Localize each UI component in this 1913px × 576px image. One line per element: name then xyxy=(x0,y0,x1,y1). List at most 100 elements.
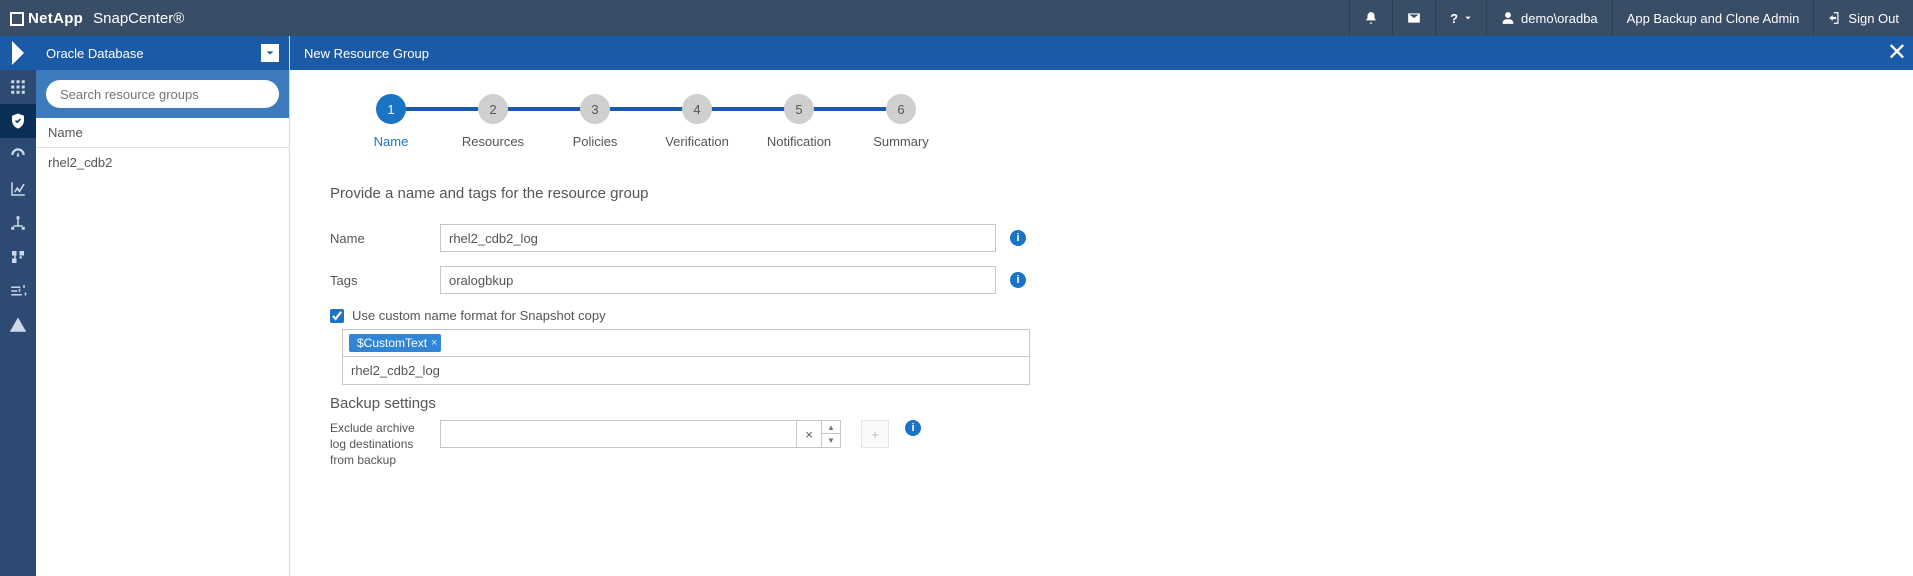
list-header: Name xyxy=(36,118,289,148)
exclude-input[interactable] xyxy=(440,420,796,448)
grid-icon xyxy=(9,78,27,96)
brand-product: SnapCenter® xyxy=(93,10,184,27)
custom-format-row: Use custom name format for Snapshot copy xyxy=(330,308,1873,323)
token-remove-icon[interactable]: × xyxy=(431,337,437,349)
tags-info-icon[interactable]: i xyxy=(1010,272,1026,288)
user-icon xyxy=(1501,11,1515,25)
step-notification[interactable]: 5 Notification xyxy=(748,94,850,149)
token-customtext[interactable]: $CustomText × xyxy=(349,334,441,352)
step-label: Resources xyxy=(462,134,524,149)
step-verification[interactable]: 4 Verification xyxy=(646,94,748,149)
exclude-clear-button[interactable]: × xyxy=(796,420,822,448)
context-label: Oracle Database xyxy=(46,46,144,61)
rail-monitor[interactable] xyxy=(0,138,36,172)
list-item[interactable]: rhel2_cdb2 xyxy=(36,148,289,176)
sliders-icon xyxy=(9,282,27,300)
step-label: Name xyxy=(374,134,409,149)
context-dropdown[interactable] xyxy=(261,44,279,62)
snapshot-format-box: $CustomText × xyxy=(342,329,1030,385)
step-number: 1 xyxy=(376,94,406,124)
wizard-stepper: 1 Name 2 Resources 3 Policies 4 Verifica… xyxy=(340,94,1873,149)
spinner-down[interactable]: ▼ xyxy=(822,434,840,447)
role-label: App Backup and Clone Admin xyxy=(1627,11,1800,26)
top-actions: ? demo\oradba App Backup and Clone Admin… xyxy=(1349,0,1913,36)
wizard-content: 1 Name 2 Resources 3 Policies 4 Verifica… xyxy=(290,70,1913,576)
token-row[interactable]: $CustomText × xyxy=(343,330,1029,357)
user-label: demo\oradba xyxy=(1521,11,1598,26)
step-name[interactable]: 1 Name xyxy=(340,94,442,149)
brand-company: NetApp xyxy=(28,10,83,27)
topology-icon xyxy=(9,214,27,232)
name-row: Name i xyxy=(330,224,1873,252)
wizard-header: New Resource Group ✕ xyxy=(290,36,1913,70)
exclude-info-icon[interactable]: i xyxy=(905,420,921,436)
step-label: Summary xyxy=(873,134,929,149)
user-button[interactable]: demo\oradba xyxy=(1486,0,1612,36)
gauge-icon xyxy=(9,146,27,164)
rail-hosts[interactable] xyxy=(0,206,36,240)
step-number: 2 xyxy=(478,94,508,124)
rail-storage[interactable] xyxy=(0,240,36,274)
step-resources[interactable]: 2 Resources xyxy=(442,94,544,149)
name-label: Name xyxy=(330,231,440,246)
context-bar: Oracle Database xyxy=(36,36,289,70)
rail-settings[interactable] xyxy=(0,274,36,308)
custom-format-checkbox[interactable] xyxy=(330,309,344,323)
caret-down-icon xyxy=(265,48,275,58)
snapshot-format-input[interactable] xyxy=(343,357,1029,384)
step-number: 3 xyxy=(580,94,610,124)
wizard-title: New Resource Group xyxy=(304,46,429,61)
rail-expand[interactable] xyxy=(0,36,36,70)
resource-group-list: rhel2_cdb2 xyxy=(36,148,289,576)
step-summary[interactable]: 6 Summary xyxy=(850,94,952,149)
signout-label: Sign Out xyxy=(1848,11,1899,26)
step-number: 4 xyxy=(682,94,712,124)
bell-icon xyxy=(1364,11,1378,25)
rail-alerts[interactable] xyxy=(0,308,36,342)
brand: NetApp SnapCenter® xyxy=(0,10,184,27)
rail-resources[interactable] xyxy=(0,104,36,138)
tags-row: Tags i xyxy=(330,266,1873,294)
main-column: New Resource Group ✕ 1 Name 2 Resources … xyxy=(290,36,1913,576)
step-label: Policies xyxy=(573,134,618,149)
nav-rail xyxy=(0,36,36,576)
step-number: 5 xyxy=(784,94,814,124)
rail-dashboard[interactable] xyxy=(0,70,36,104)
signout-icon xyxy=(1828,11,1842,25)
mail-icon xyxy=(1407,11,1421,25)
signout-button[interactable]: Sign Out xyxy=(1813,0,1913,36)
custom-format-label: Use custom name format for Snapshot copy xyxy=(352,308,606,323)
tags-label: Tags xyxy=(330,273,440,288)
role-label-wrap[interactable]: App Backup and Clone Admin xyxy=(1612,0,1814,36)
exclude-spinner: ▲ ▼ xyxy=(822,420,841,448)
help-button[interactable]: ? xyxy=(1435,0,1486,36)
step-policies[interactable]: 3 Policies xyxy=(544,94,646,149)
help-label: ? xyxy=(1450,11,1458,26)
top-bar: NetApp SnapCenter® ? demo\oradba App Bac… xyxy=(0,0,1913,36)
step-label: Verification xyxy=(665,134,729,149)
tags-input[interactable] xyxy=(440,266,996,294)
step-number: 6 xyxy=(886,94,916,124)
caret-down-icon xyxy=(1464,14,1472,22)
messages-button[interactable] xyxy=(1392,0,1435,36)
chart-icon xyxy=(9,180,27,198)
exclude-row: Exclude archive log destinations from ba… xyxy=(330,420,1873,469)
close-button[interactable]: ✕ xyxy=(1887,38,1907,67)
rail-reports[interactable] xyxy=(0,172,36,206)
list-item-label: rhel2_cdb2 xyxy=(48,155,112,170)
token-label: $CustomText xyxy=(357,336,427,350)
exclude-combo: × ▲ ▼ xyxy=(440,420,841,448)
netapp-logo-icon xyxy=(10,12,24,26)
step-label: Notification xyxy=(767,134,831,149)
form-heading: Provide a name and tags for the resource… xyxy=(330,185,1873,202)
exclude-add-button[interactable]: + xyxy=(861,420,889,448)
alert-icon xyxy=(9,316,27,334)
name-input[interactable] xyxy=(440,224,996,252)
chevron-right-icon xyxy=(0,35,36,71)
spinner-up[interactable]: ▲ xyxy=(822,421,840,434)
backup-heading: Backup settings xyxy=(330,395,1873,412)
name-info-icon[interactable]: i xyxy=(1010,230,1026,246)
search-input[interactable] xyxy=(46,80,279,108)
notifications-button[interactable] xyxy=(1349,0,1392,36)
search-wrap xyxy=(36,70,289,118)
